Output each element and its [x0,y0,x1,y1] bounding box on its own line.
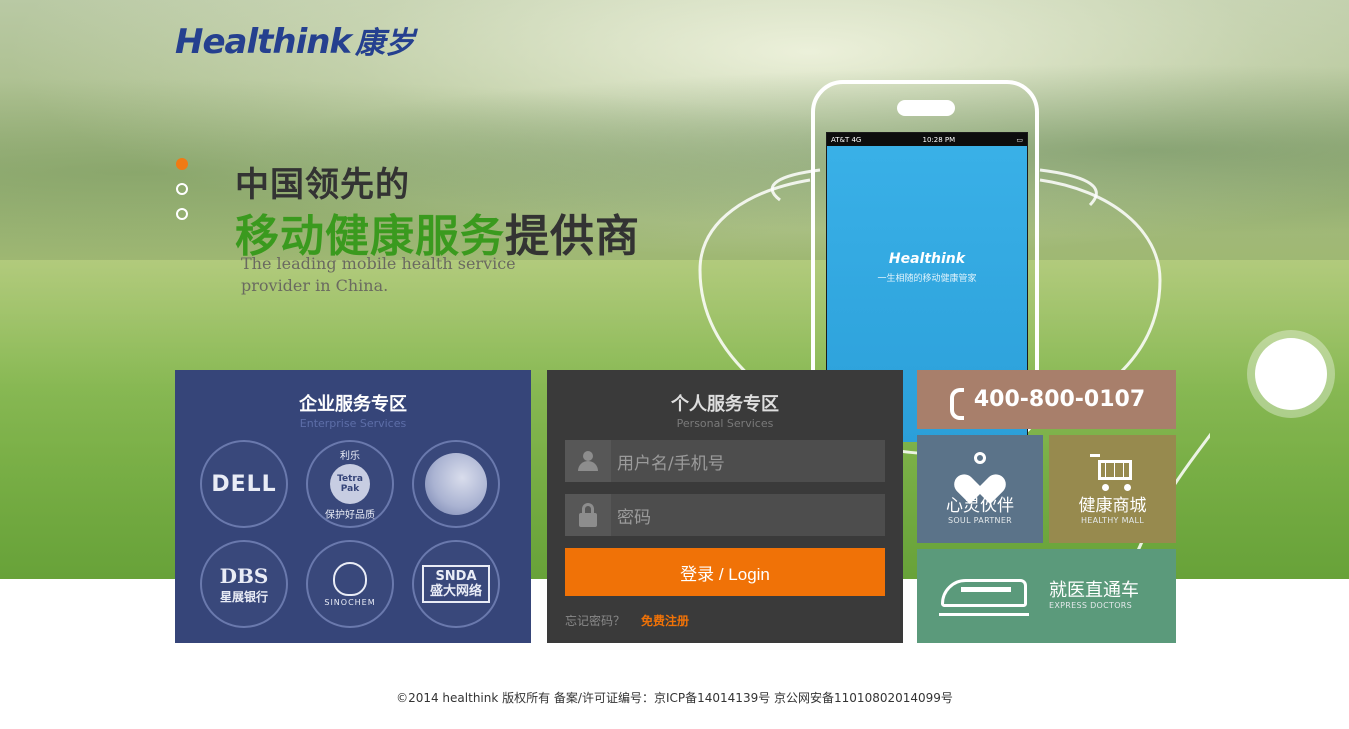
phone-statusbar: AT&T 4G 10:28 PM ▭ [827,133,1027,146]
brand-logo[interactable]: Healthink 康岁 [175,18,415,62]
phone-speaker [897,100,955,116]
healthy-mall-tile[interactable]: 健康商城 HEALTHY MALL [1049,435,1176,543]
hero-tagline: The leading mobile health service provid… [241,254,516,295]
sinochem-text: SINOCHEM [324,597,376,607]
enterprise-subtitle: Enterprise Services [299,417,407,430]
logo-en: Healthink [175,22,352,62]
express-doctors-tile[interactable]: 就医直通车 EXPRESS DOCTORS [917,549,1176,643]
heart-icon [950,452,1010,505]
soul-partner-tile[interactable]: 心灵伙伴 SOUL PARTNER [917,435,1043,543]
battery-icon: ▭ [1016,135,1023,144]
cart-icon [1089,452,1136,492]
phone-app-name: Healthink [888,251,966,267]
personal-panel: 个人服务专区 Personal Services 用户名/手机号 密码 登录 /… [547,370,903,643]
slide-dot-1[interactable] [176,158,188,170]
register-link[interactable]: 免费注册 [641,612,689,629]
phone-app-tagline: 一生相随的移动健康管家 [877,274,977,284]
partner-sinochem[interactable]: SINOCHEM [306,540,394,628]
username-input[interactable]: 用户名/手机号 [611,440,885,482]
dbs-logo-text: DBS [219,563,269,588]
snda-zh-text: 盛大网络 [429,584,482,599]
partner-tetra-pak[interactable]: 利乐 Tetra Pak 保护好品质 [306,440,394,528]
password-field[interactable]: 密码 [565,494,885,536]
tetra-logo-mark: Tetra Pak [330,464,370,504]
forgot-password-link[interactable]: 忘记密码？ [565,612,625,629]
headline-line1: 中国领先的 [235,165,410,205]
footer-copyright: ©2014 healthink 版权所有 备案/许可证编号：京ICP备14014… [396,691,953,705]
partner-snda[interactable]: SNDA 盛大网络 [412,540,500,628]
enterprise-title: 企业服务专区 [299,394,407,415]
dell-logo-text: DELL [211,471,277,497]
enterprise-panel: 企业服务专区 Enterprise Services DELL 利乐 Tetra… [175,370,531,643]
stethoscope-chestpiece [1255,338,1327,410]
express-doctors-sublabel: EXPRESS DOCTORS [1049,601,1133,610]
soul-partner-label: 心灵伙伴 [946,496,1014,516]
phone-handset-icon [948,387,966,420]
hotline-tile[interactable]: 400-800-0107 [917,370,1176,429]
personal-subtitle: Personal Services [676,417,774,430]
partner-dell[interactable]: DELL [200,440,288,528]
partner-swirl-logo[interactable] [412,440,500,528]
healthy-mall-sublabel: HEALTHY MALL [1080,516,1145,525]
user-icon [565,440,611,482]
partner-logos: DELL 利乐 Tetra Pak 保护好品质 DBS 星展银行 SINOCHE… [200,440,506,628]
username-field[interactable]: 用户名/手机号 [565,440,885,482]
slide-dot-2[interactable] [176,183,188,195]
slide-dot-3[interactable] [176,208,188,220]
password-input[interactable]: 密码 [611,494,885,536]
flask-icon [333,561,367,596]
express-doctors-label: 就医直通车 [1049,580,1139,601]
logo-zh: 康岁 [355,26,416,61]
soul-partner-sublabel: SOUL PARTNER [947,516,1013,525]
slide-indicators [176,158,190,233]
partner-dbs[interactable]: DBS 星展银行 [200,540,288,628]
express-text: 就医直通车 EXPRESS DOCTORS [1049,581,1139,611]
login-button[interactable]: 登录 / Login [565,548,885,596]
lock-icon [565,494,611,536]
train-icon [939,571,1029,621]
healthy-mall-label: 健康商城 [1078,496,1147,516]
snda-en-text: SNDA [435,569,477,584]
snda-logo-box: SNDA 盛大网络 [421,565,490,603]
phone-carrier: AT&T 4G [831,135,862,144]
tetra-top-text: 利乐 [340,451,360,462]
phone-time: 10:28 PM [922,135,956,144]
dbs-zh-text: 星展银行 [219,589,268,604]
swirl-logo-icon [425,453,487,515]
tetra-bottom-text: 保护好品质 [325,510,375,521]
personal-title: 个人服务专区 [671,394,779,415]
hotline-number: 400-800-0107 [973,387,1146,412]
